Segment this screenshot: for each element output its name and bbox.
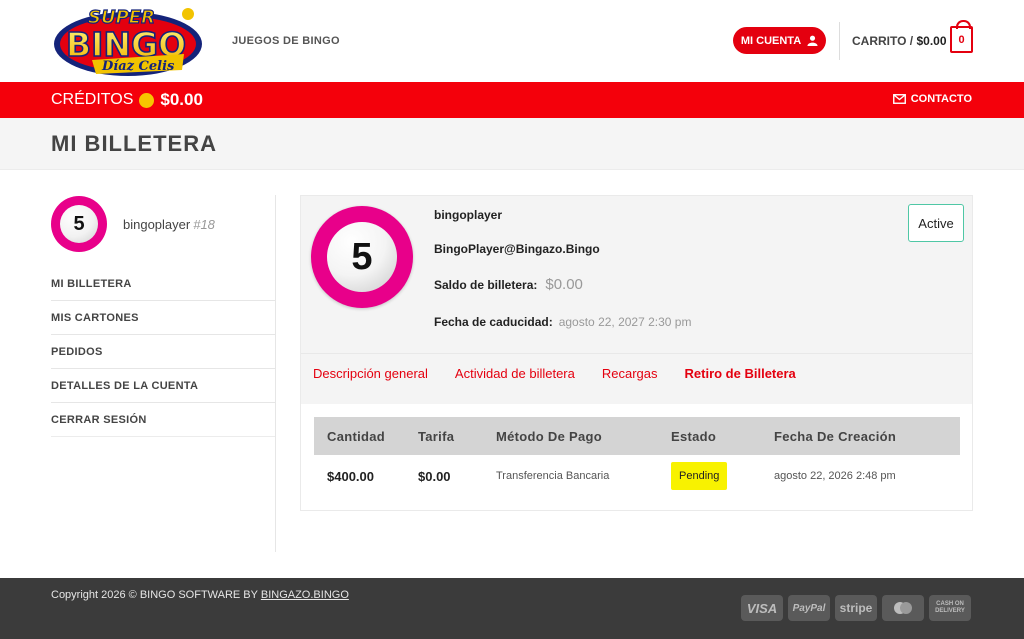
menu-item-logout[interactable]: CERRAR SESIÓN — [51, 403, 275, 437]
svg-text:Díaz Celis: Díaz Celis — [101, 59, 175, 74]
sidebar-username: bingoplayer — [123, 216, 191, 232]
contact-link[interactable]: CONTACTO — [892, 93, 972, 105]
withdrawals-section: Cantidad Tarifa Método De Pago Estado Fe… — [301, 404, 972, 510]
table-header: Cantidad Tarifa Método De Pago Estado Fe… — [314, 417, 960, 455]
cart-amount: $0.00 — [916, 34, 947, 48]
account-menu: MI BILLETERA MIS CARTONES PEDIDOS DETALL… — [51, 267, 275, 437]
copyright-text: Copyright 2026 © BINGO SOFTWARE BY BINGA… — [51, 589, 349, 601]
wallet-avatar: 5 — [311, 206, 413, 308]
copyright-link[interactable]: BINGAZO.BINGO — [261, 589, 349, 601]
account-sidebar: 5 bingoplayer #18 MI BILLETERA MIS CARTON… — [51, 195, 275, 437]
wallet-balance-label: Saldo de billetera: — [434, 278, 538, 292]
cell-status: Pending — [671, 462, 774, 490]
wallet-summary: 5 bingoplayer BingoPlayer@Bingazo.Bingo … — [301, 196, 972, 354]
tabs-divider — [301, 353, 972, 354]
cell-amount: $400.00 — [327, 468, 374, 484]
sidebar-user-id: #18 — [193, 216, 215, 232]
wallet-expiry-row: Fecha de caducidad: agosto 22, 2027 2:30 … — [434, 315, 691, 329]
user-icon — [807, 35, 818, 46]
wallet-tabs: Descripción general Actividad de billete… — [313, 366, 823, 381]
tab-wallet-withdrawal[interactable]: Retiro de Billetera — [685, 366, 796, 381]
contact-label: CONTACTO — [910, 93, 972, 105]
super-bingo-logo[interactable]: SUPER BINGO Díaz Celis — [52, 4, 204, 78]
nav-bingo-games[interactable]: JUEGOS DE BINGO — [232, 35, 340, 47]
col-header-payment-method: Método De Pago — [496, 428, 603, 444]
cell-created-date: agosto 22, 2026 2:48 pm — [774, 470, 896, 482]
wallet-avatar-number: 5 — [327, 222, 397, 292]
status-badge: Pending — [671, 462, 728, 490]
credits-display: CRÉDITOS $0.00 — [51, 90, 203, 110]
payment-icons: VISA PayPal stripe CASH ON DELIVERY — [741, 595, 971, 621]
wallet-username: bingoplayer — [434, 208, 503, 222]
header-divider — [839, 22, 840, 60]
tab-topups[interactable]: Recargas — [602, 366, 658, 381]
col-header-status: Estado — [671, 428, 717, 444]
tab-wallet-activity[interactable]: Actividad de billetera — [455, 366, 575, 381]
sidebar-username-block: bingoplayer #18 — [123, 217, 215, 232]
tab-overview[interactable]: Descripción general — [313, 366, 428, 381]
menu-item-wallet[interactable]: MI BILLETERA — [51, 267, 275, 301]
site-header: SUPER BINGO Díaz Celis JUEGOS DE BINGO M… — [0, 0, 1024, 82]
col-header-amount: Cantidad — [327, 428, 386, 444]
wallet-status-badge: Active — [908, 204, 964, 242]
cart-bag-icon[interactable]: 0 — [950, 20, 973, 53]
credits-amount: $0.00 — [160, 90, 203, 109]
cash-on-delivery-icon: CASH ON DELIVERY — [929, 595, 971, 621]
page-title: MI BILLETERA — [51, 131, 217, 156]
col-header-created-date: Fecha De Creación — [774, 428, 897, 444]
sidebar-user: 5 bingoplayer #18 — [51, 195, 275, 253]
menu-item-cards[interactable]: MIS CARTONES — [51, 301, 275, 335]
wallet-email: BingoPlayer@Bingazo.Bingo — [434, 242, 600, 256]
cell-fee: $0.00 — [418, 468, 451, 484]
mastercard-icon — [882, 595, 924, 621]
wallet-expiry-value: agosto 22, 2027 2:30 pm — [558, 315, 692, 329]
my-account-label: MI CUENTA — [740, 34, 802, 47]
cell-payment-method: Transferencia Bancaria — [496, 470, 610, 482]
wallet-balance-value: $0.00 — [545, 276, 583, 293]
paypal-icon: PayPal — [788, 595, 830, 621]
site-footer: Copyright 2026 © BINGO SOFTWARE BY BINGA… — [0, 578, 1024, 639]
avatar-number: 5 — [60, 205, 98, 243]
copyright-label: Copyright 2026 © BINGO SOFTWARE BY — [51, 589, 258, 601]
withdrawals-table: Cantidad Tarifa Método De Pago Estado Fe… — [314, 417, 960, 497]
menu-item-orders[interactable]: PEDIDOS — [51, 335, 275, 369]
cart-count: 0 — [958, 33, 965, 46]
cart-label: CARRITO / — [852, 34, 914, 48]
page-title-band: MI BILLETERA — [0, 118, 1024, 170]
avatar: 5 — [51, 196, 107, 252]
stripe-icon: stripe — [835, 595, 877, 621]
credits-bar: CRÉDITOS $0.00 CONTACTO — [0, 82, 1024, 118]
menu-item-account-details[interactable]: DETALLES DE LA CUENTA — [51, 369, 275, 403]
envelope-icon — [892, 94, 906, 104]
sidebar-divider — [275, 195, 276, 552]
col-header-fee: Tarifa — [418, 428, 455, 444]
wallet-panel: 5 bingoplayer BingoPlayer@Bingazo.Bingo … — [300, 195, 973, 511]
wallet-balance-row: Saldo de billetera: $0.00 — [434, 276, 583, 293]
my-account-button[interactable]: MI CUENTA — [733, 27, 826, 54]
visa-icon: VISA — [741, 595, 783, 621]
table-row: $400.00 $0.00 Transferencia Bancaria Pen… — [314, 455, 960, 497]
cart-link[interactable]: CARRITO / $0.00 — [852, 34, 947, 48]
credits-label: CRÉDITOS — [51, 91, 134, 108]
wallet-expiry-label: Fecha de caducidad: — [434, 315, 553, 329]
coin-icon — [139, 92, 155, 108]
